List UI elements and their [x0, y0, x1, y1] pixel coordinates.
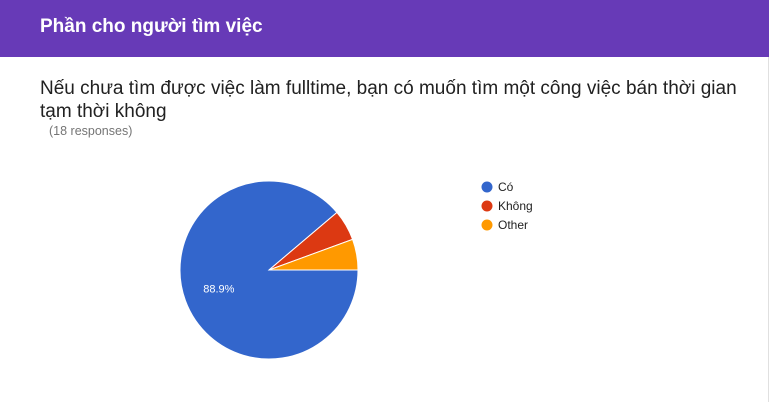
legend-label: Không [498, 199, 533, 213]
legend-item-other[interactable]: Other [481, 218, 529, 232]
legend-item-không[interactable]: Không [481, 199, 533, 213]
legend-label: Other [498, 218, 528, 232]
pie-chart: 88.9% Có Không Other [179, 180, 533, 360]
legend-item-có[interactable]: Có [481, 180, 514, 194]
slice-data-label: 88.9% [203, 283, 234, 295]
legend-label: Có [498, 180, 514, 194]
legend-swatch [481, 200, 493, 212]
legend-swatch [481, 181, 493, 193]
legend-swatch [481, 219, 493, 231]
